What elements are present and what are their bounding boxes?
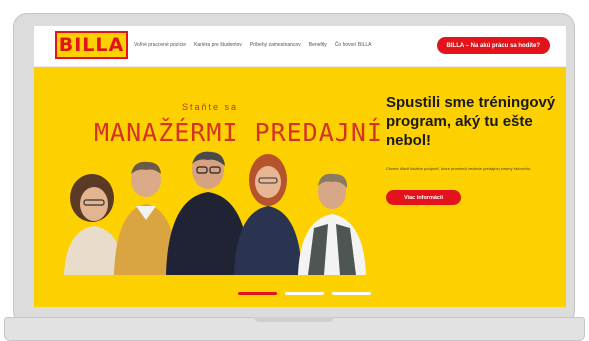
- website-viewport: BILLA Voľné pracovné pozície Kariéra pre…: [34, 26, 566, 307]
- nav-item-stories[interactable]: Príbehy zamestnancov: [250, 42, 301, 48]
- person-4: [234, 154, 302, 275]
- nav-item-open-positions[interactable]: Voľné pracovné pozície: [134, 42, 186, 48]
- more-info-button[interactable]: Viac informácií: [386, 190, 461, 205]
- hero-subtitle: Staňte sa: [182, 102, 239, 112]
- job-quiz-button[interactable]: BILLA – Na akú prácu sa hodíte?: [436, 37, 550, 54]
- nav-item-students[interactable]: Kariéra pre študentov: [194, 42, 242, 48]
- carousel-dot-3[interactable]: [332, 292, 371, 295]
- carousel-dot-1[interactable]: [238, 292, 277, 295]
- main-nav: Voľné pracovné pozície Kariéra pre štude…: [134, 42, 380, 48]
- nav-item-benefits[interactable]: Benefity: [309, 42, 327, 48]
- carousel-indicators: [238, 292, 371, 295]
- logo-text: BILLA: [58, 34, 125, 56]
- person-5: [298, 173, 366, 275]
- billa-logo[interactable]: BILLA: [55, 31, 128, 59]
- hero-headline: Spustili sme tréningový program, aký tu …: [386, 94, 556, 149]
- site-header: BILLA Voľné pracovné pozície Kariéra pre…: [34, 26, 566, 67]
- hero-title: MANAŽÉRMI PREDAJNÍ: [94, 118, 383, 147]
- nav-item-about[interactable]: Čo hovorí BILLA: [335, 42, 372, 48]
- hero-description: Chcete hľadť lokálne podporiť, ktoré pro…: [386, 166, 532, 171]
- laptop-notch: [254, 317, 334, 322]
- hero-people-image: [64, 151, 366, 275]
- carousel-dot-2[interactable]: [285, 292, 324, 295]
